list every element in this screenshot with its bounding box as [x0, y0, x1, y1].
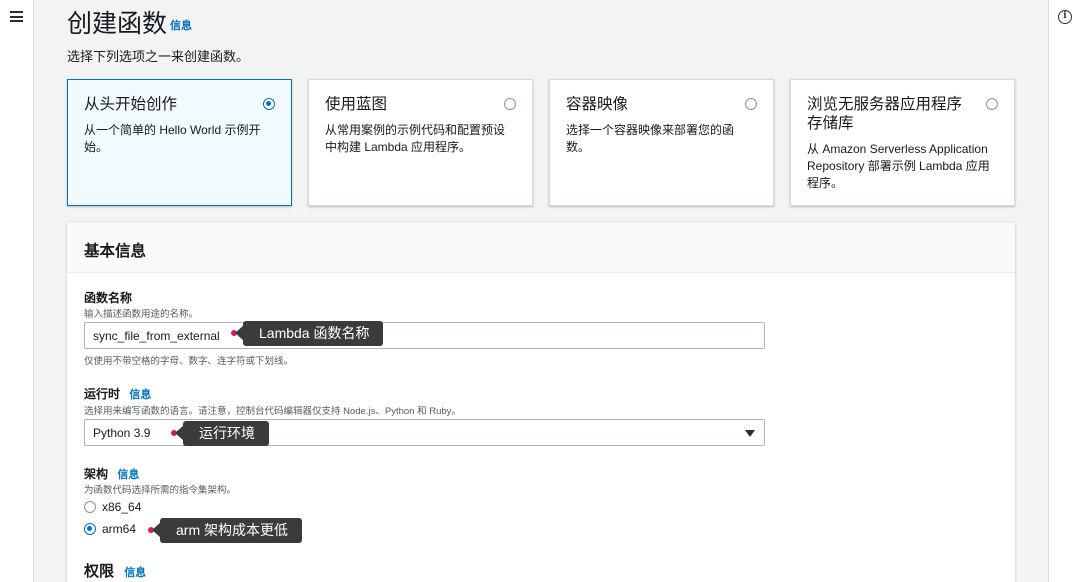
architecture-label-text: 架构 — [84, 467, 109, 481]
architecture-label: 架构 信息 — [84, 465, 139, 482]
panel-title: 基本信息 — [84, 243, 147, 260]
option-serverless-repo[interactable]: 浏览无服务器应用程序存储库 从 Amazon Serverless Applic… — [790, 79, 1015, 206]
annotation-label: 运行环境 — [175, 421, 269, 446]
runtime-value: Python 3.9 — [93, 426, 151, 440]
permissions-label-text: 权限 — [84, 563, 115, 580]
option-description: 从常用案例的示例代码和配置预设中构建 Lambda 应用程序。 — [325, 123, 506, 154]
page-title: 创建函数 — [67, 10, 168, 38]
option-radio[interactable] — [263, 98, 275, 110]
option-radio[interactable] — [745, 98, 757, 110]
runtime-description: 选择用来编写函数的语言。请注意，控制台代码编辑器仅支持 Node.js、Pyth… — [84, 406, 461, 417]
page-subtitle: 选择下列选项之一来创建函数。 — [67, 49, 250, 64]
title-info-link[interactable]: 信息 — [170, 17, 192, 33]
option-title: 从头开始创作 — [84, 96, 178, 113]
architecture-description: 为函数代码选择所需的指令集架构。 — [84, 485, 237, 496]
architecture-info-link[interactable]: 信息 — [117, 469, 139, 481]
option-container-image[interactable]: 容器映像 选择一个容器映像来部署您的函数。 — [549, 79, 774, 206]
right-tools-rail: i — [1048, 0, 1080, 582]
chevron-down-icon — [745, 430, 755, 437]
function-name-description: 输入描述函数用途的名称。 — [84, 309, 199, 320]
runtime-label: 运行时 信息 — [84, 385, 151, 402]
permissions-label: 权限 信息 — [84, 560, 146, 581]
option-use-blueprint[interactable]: 使用蓝图 从常用案例的示例代码和配置预设中构建 Lambda 应用程序。 — [308, 79, 533, 206]
main-content: 创建函数 信息 选择下列选项之一来创建函数。 从头开始创作 从一个简单的 Hel… — [34, 0, 1048, 582]
option-author-from-scratch[interactable]: 从头开始创作 从一个简单的 Hello World 示例开始。 — [67, 79, 292, 206]
panel-header: 基本信息 — [67, 223, 1015, 273]
radio-x86-64-label[interactable]: x86_64 — [102, 500, 141, 514]
runtime-info-link[interactable]: 信息 — [129, 389, 151, 401]
radio-x86-64[interactable] — [84, 501, 96, 513]
option-description: 选择一个容器映像来部署您的函数。 — [566, 123, 735, 154]
left-navigation-rail — [0, 0, 34, 582]
basic-info-panel: 基本信息 函数名称 输入描述函数用途的名称。 sync_file_from_ex… — [67, 222, 1015, 582]
radio-arm64-label[interactable]: arm64 — [102, 522, 136, 536]
menu-icon[interactable] — [10, 11, 23, 22]
annotation-label: arm 架构成本更低 — [152, 518, 302, 543]
function-name-hint: 仅使用不带空格的字母、数字、连字符或下划线。 — [84, 356, 294, 367]
function-name-value: sync_file_from_external — [93, 329, 220, 343]
option-title: 浏览无服务器应用程序存储库 — [807, 96, 963, 132]
option-description: 从一个简单的 Hello World 示例开始。 — [84, 123, 261, 154]
info-icon[interactable]: i — [1058, 10, 1072, 24]
radio-arm64[interactable] — [84, 523, 96, 535]
annotation-label: Lambda 函数名称 — [234, 321, 384, 346]
option-description: 从 Amazon Serverless Application Reposito… — [807, 142, 990, 190]
option-radio[interactable] — [986, 98, 998, 110]
function-name-label: 函数名称 — [84, 291, 133, 305]
option-radio[interactable] — [504, 98, 516, 110]
runtime-label-text: 运行时 — [84, 387, 121, 401]
function-name-input[interactable]: sync_file_from_external — [84, 322, 765, 349]
permissions-info-link[interactable]: 信息 — [124, 567, 146, 579]
option-title: 使用蓝图 — [325, 96, 388, 113]
option-title: 容器映像 — [566, 96, 629, 113]
